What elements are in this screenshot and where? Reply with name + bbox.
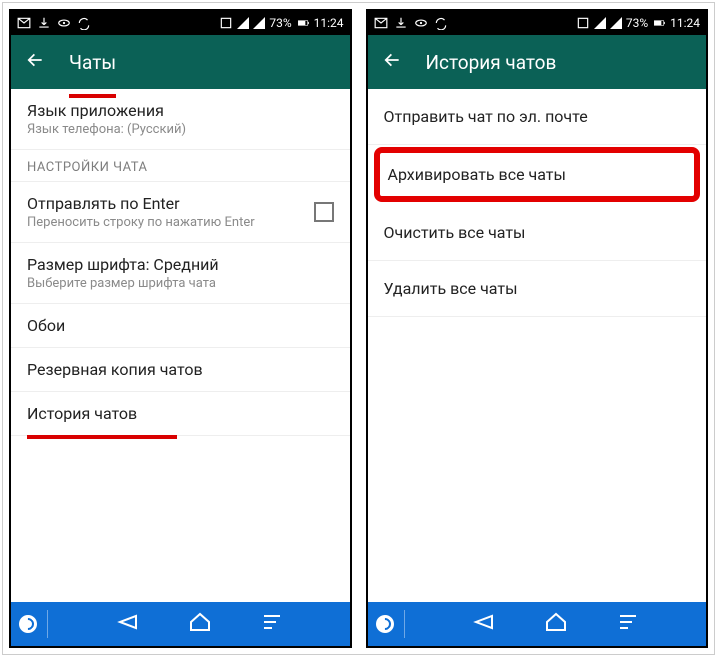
- battery-percent: 73%: [269, 16, 291, 30]
- nfc-icon: [576, 16, 590, 30]
- pref-font-title: Размер шрифта: Средний: [27, 255, 334, 274]
- sync-icon: [434, 16, 448, 30]
- mail-icon: [17, 16, 31, 30]
- checkbox-enter[interactable]: [314, 202, 334, 222]
- status-bar: 73% 11:24: [368, 11, 707, 35]
- eye-icon: [414, 16, 428, 30]
- pref-font-size[interactable]: Размер шрифта: Средний Выберите размер ш…: [11, 243, 350, 304]
- action-delete-all[interactable]: Удалить все чаты: [368, 261, 707, 317]
- battery-icon: [652, 16, 666, 30]
- settings-list: Язык приложения Язык телефона: (Русский)…: [11, 89, 350, 602]
- battery-icon: [296, 16, 310, 30]
- pref-font-sub: Выберите размер шрифта чата: [27, 276, 334, 291]
- signal2-icon: [253, 17, 265, 29]
- action-archive-all[interactable]: Архивировать все чаты: [378, 151, 697, 199]
- app-bar: Чаты: [11, 35, 350, 89]
- nav-home-button[interactable]: [188, 610, 212, 638]
- signal2-icon: [610, 17, 622, 29]
- eye-icon: [57, 16, 71, 30]
- annotation-underline: [27, 435, 177, 439]
- pref-enter-send[interactable]: Отправлять по Enter Переносить строку по…: [11, 182, 350, 243]
- pref-wallpaper-title: Обои: [27, 316, 65, 335]
- pref-backup-title: Резервная копия чатов: [27, 360, 203, 379]
- section-chat-settings: НАСТРОЙКИ ЧАТА: [11, 150, 350, 182]
- teamviewer-icon[interactable]: [17, 613, 39, 635]
- download-icon: [394, 16, 408, 30]
- signal-icon: [237, 17, 249, 29]
- teamviewer-icon[interactable]: [374, 613, 396, 635]
- back-button[interactable]: [25, 50, 45, 74]
- phone-left: 73% 11:24 Чаты Язык приложения Язык теле…: [9, 9, 352, 648]
- back-button[interactable]: [382, 50, 402, 74]
- action-email-chat[interactable]: Отправить чат по эл. почте: [368, 89, 707, 145]
- pref-language[interactable]: Язык приложения Язык телефона: (Русский): [11, 89, 350, 150]
- annotation-underline: [69, 94, 116, 98]
- nav-recent-button[interactable]: [260, 610, 284, 638]
- pref-history[interactable]: История чатов: [11, 392, 350, 436]
- nfc-icon: [219, 16, 233, 30]
- pref-enter-title: Отправлять по Enter: [27, 194, 314, 213]
- nav-recent-button[interactable]: [616, 610, 640, 638]
- nav-back-button[interactable]: [116, 610, 140, 638]
- nav-back-button[interactable]: [472, 610, 496, 638]
- pref-history-title: История чатов: [27, 404, 137, 423]
- action-clear-all[interactable]: Очистить все чаты: [368, 205, 707, 261]
- pref-language-sub: Язык телефона: (Русский): [27, 122, 334, 137]
- status-bar: 73% 11:24: [11, 11, 350, 35]
- signal-icon: [594, 17, 606, 29]
- action-archive-label: Архивировать все чаты: [388, 165, 566, 184]
- battery-percent: 73%: [626, 16, 648, 30]
- download-icon: [37, 16, 51, 30]
- clock: 11:24: [314, 16, 344, 30]
- sync-icon: [77, 16, 91, 30]
- pref-language-title: Язык приложения: [27, 101, 334, 120]
- nav-bar: [368, 602, 707, 646]
- pref-enter-sub: Переносить строку по нажатию Enter: [27, 215, 314, 230]
- nav-bar: [11, 602, 350, 646]
- pref-backup[interactable]: Резервная копия чатов: [11, 348, 350, 392]
- divider: [47, 610, 48, 638]
- page-title: История чатов: [426, 51, 557, 74]
- divider: [404, 610, 405, 638]
- history-list: Отправить чат по эл. почте Архивировать …: [368, 89, 707, 602]
- app-bar: История чатов: [368, 35, 707, 89]
- nav-home-button[interactable]: [544, 610, 568, 638]
- page-title: Чаты: [69, 51, 116, 74]
- phone-right: 73% 11:24 История чатов Отправить чат по…: [366, 9, 709, 648]
- clock: 11:24: [670, 16, 700, 30]
- pref-wallpaper[interactable]: Обои: [11, 304, 350, 348]
- mail-icon: [374, 16, 388, 30]
